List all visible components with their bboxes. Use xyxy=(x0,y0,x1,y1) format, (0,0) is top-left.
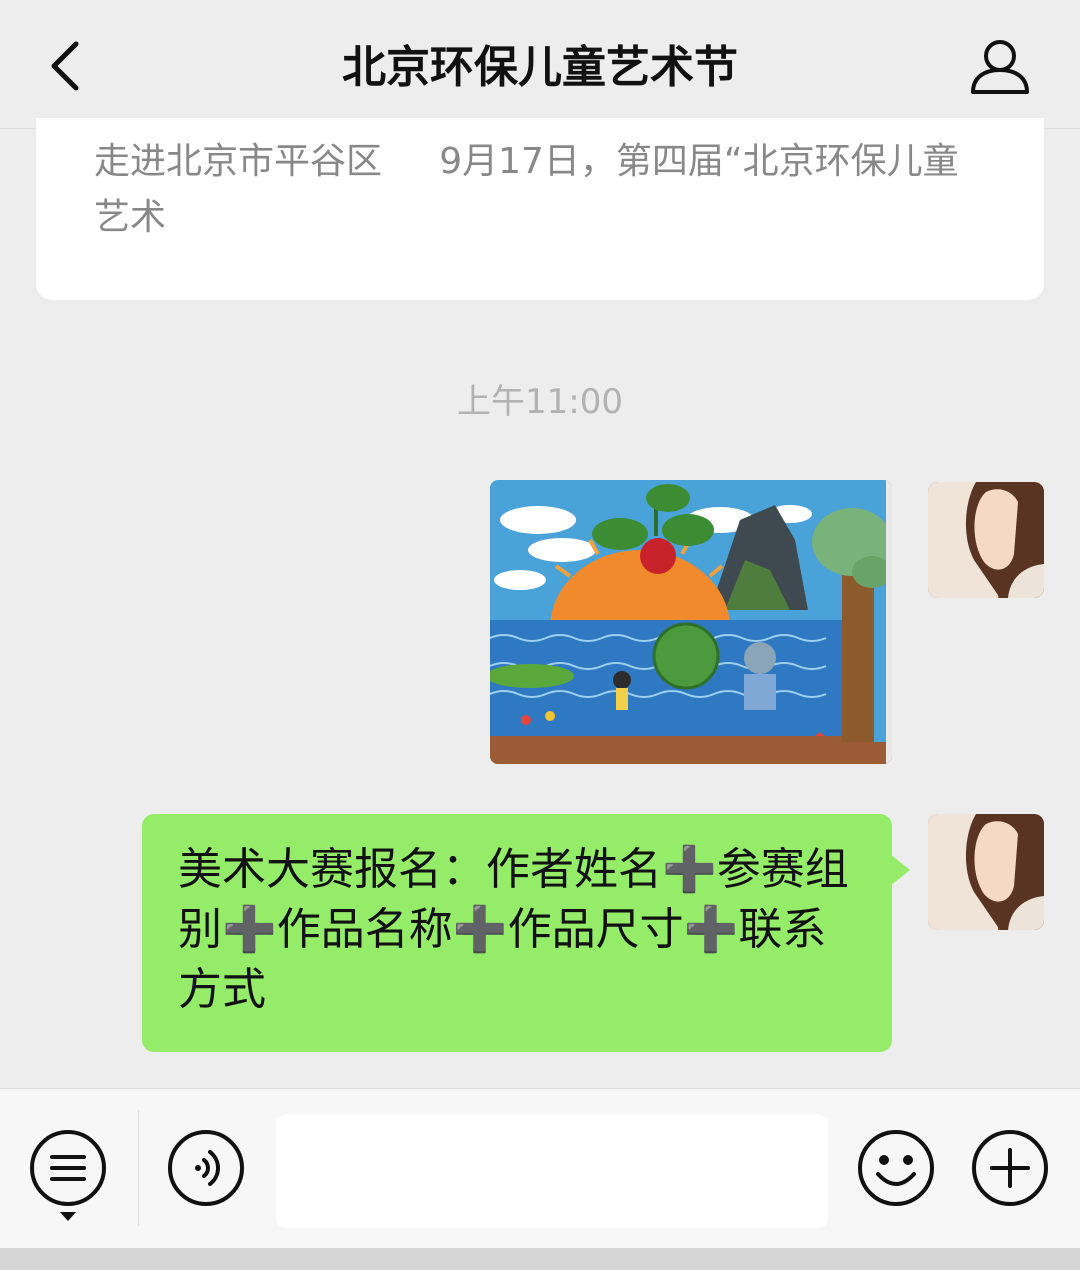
image-message[interactable] xyxy=(490,480,892,764)
person-icon xyxy=(971,40,1029,94)
plus-circle-icon xyxy=(972,1130,1048,1206)
article-summary: 走进北京市平谷区 9月17日，第四届“北京环保儿童艺术 xyxy=(94,141,959,238)
article-card[interactable]: 走进北京市平谷区 9月17日，第四届“北京环保儿童艺术 xyxy=(36,118,1044,300)
emoji-button[interactable] xyxy=(856,1128,936,1208)
home-indicator-area xyxy=(0,1248,1080,1270)
top-navbar: 北京环保儿童艺术节 xyxy=(0,0,1080,129)
message-timestamp: 上午11:00 xyxy=(457,382,623,422)
voice-icon xyxy=(168,1130,244,1206)
menu-caret-icon xyxy=(60,1212,76,1221)
sender-avatar[interactable] xyxy=(928,814,1044,930)
text-message-bubble[interactable]: 美术大赛报名：作者姓名➕参赛组别➕作品名称➕作品尺寸➕联系方式 xyxy=(142,814,910,1052)
back-button[interactable] xyxy=(36,36,92,96)
text-message: 美术大赛报名：作者姓名➕参赛组别➕作品名称➕作品尺寸➕联系方式 xyxy=(178,844,849,1015)
chevron-left-icon xyxy=(51,41,79,91)
avatar-image xyxy=(928,482,1044,598)
profile-button[interactable] xyxy=(966,34,1034,98)
more-button[interactable] xyxy=(970,1128,1050,1208)
input-bar-divider xyxy=(138,1110,139,1226)
avatar-image xyxy=(928,814,1044,930)
menu-list-icon xyxy=(30,1130,106,1206)
sender-avatar[interactable] xyxy=(928,482,1044,598)
message-input[interactable] xyxy=(276,1114,828,1228)
emoji-icon xyxy=(858,1130,934,1206)
chat-title: 北京环保儿童艺术节 xyxy=(342,42,738,93)
drawing-image xyxy=(490,480,892,764)
voice-button[interactable] xyxy=(166,1128,246,1208)
menu-button[interactable] xyxy=(28,1128,108,1208)
